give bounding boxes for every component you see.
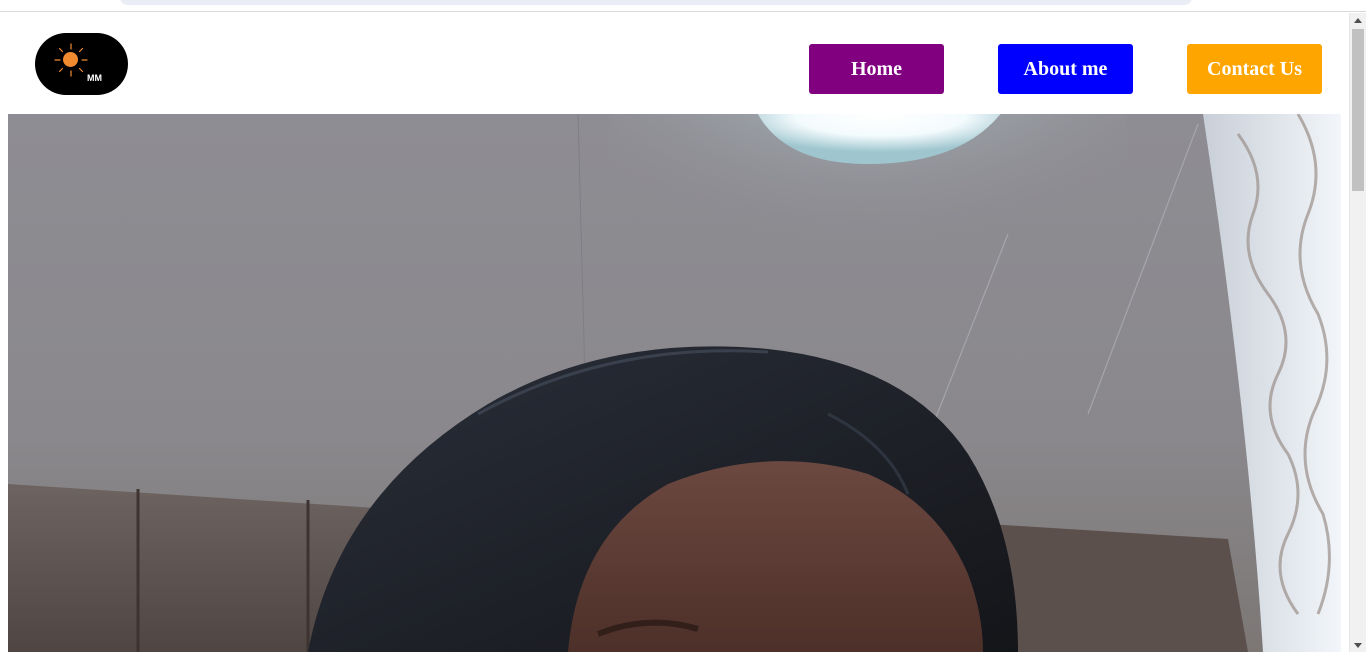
hero-portrait-image	[8, 114, 1341, 652]
contact-us-button[interactable]: Contact Us	[1187, 44, 1322, 94]
browser-viewport: MM Home About me Contact Us	[0, 0, 1366, 652]
browser-top-strip	[0, 0, 1366, 12]
logo-text: MM	[87, 73, 102, 83]
site-logo[interactable]: MM	[35, 33, 128, 95]
about-me-button-label: About me	[1023, 57, 1108, 80]
vertical-scrollbar[interactable]	[1349, 13, 1366, 652]
home-button-label: Home	[850, 57, 903, 80]
address-bar-edge	[120, 0, 1192, 5]
portrait-photo	[8, 114, 1341, 652]
scroll-down-arrow-icon[interactable]	[1354, 643, 1362, 648]
about-me-button[interactable]: About me	[998, 44, 1133, 94]
contact-us-button-label: Contact Us	[1207, 57, 1302, 80]
scrollbar-thumb[interactable]	[1352, 29, 1364, 191]
sun-icon	[63, 52, 78, 67]
home-button[interactable]: Home	[809, 44, 944, 94]
site-header: MM Home About me Contact Us	[0, 13, 1349, 114]
scroll-up-arrow-icon[interactable]	[1354, 18, 1362, 23]
